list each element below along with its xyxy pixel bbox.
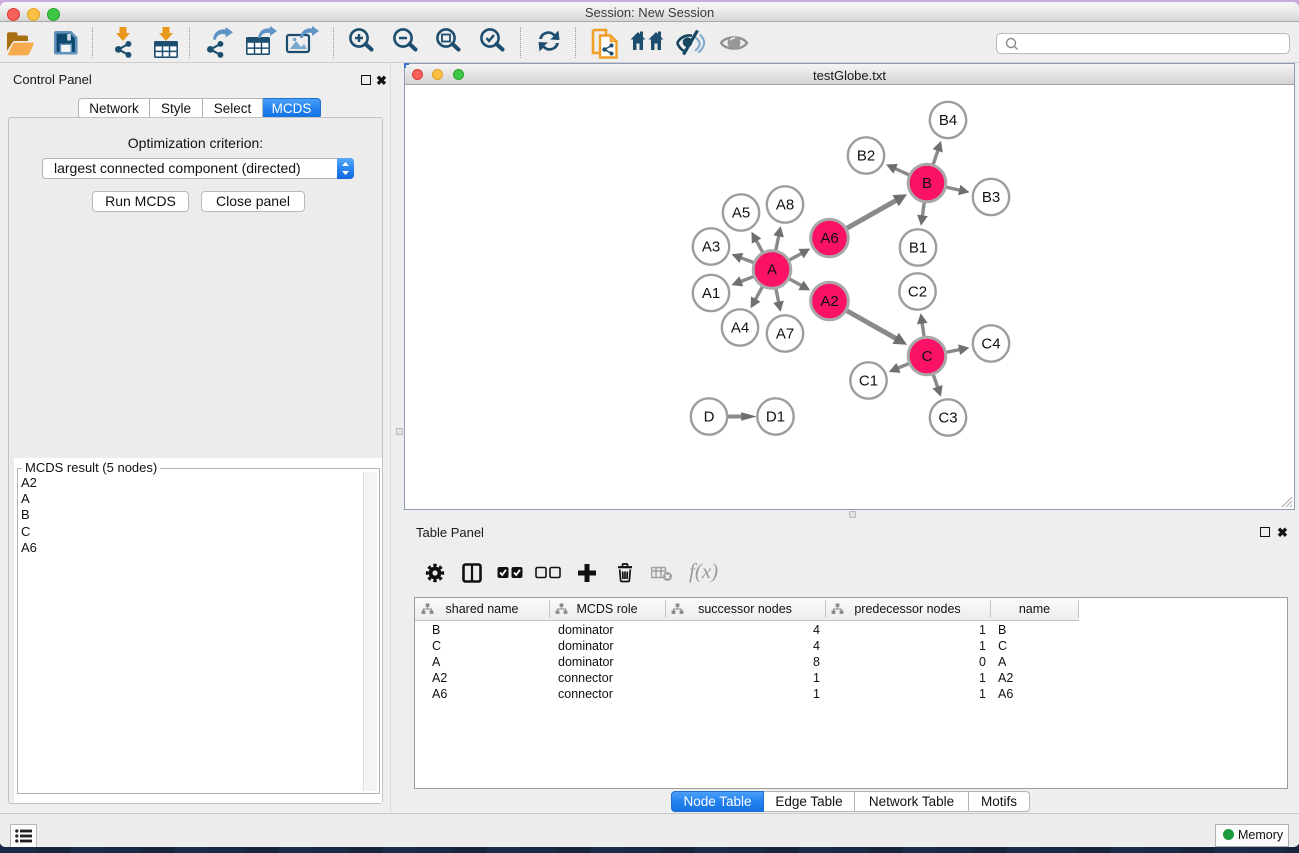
svg-text:A4: A4: [731, 320, 749, 337]
svg-text:B3: B3: [982, 189, 1000, 206]
svg-text:D1: D1: [766, 409, 785, 426]
svg-text:A1: A1: [702, 285, 720, 302]
svg-text:C4: C4: [981, 336, 1000, 353]
svg-text:D: D: [704, 409, 715, 426]
svg-text:B: B: [922, 175, 932, 192]
svg-text:B4: B4: [939, 112, 957, 129]
svg-text:B1: B1: [909, 240, 927, 257]
svg-text:A8: A8: [776, 197, 794, 214]
svg-text:C3: C3: [938, 410, 957, 427]
svg-text:C1: C1: [859, 373, 878, 390]
svg-text:A5: A5: [732, 205, 750, 222]
svg-text:A6: A6: [820, 230, 838, 247]
svg-text:A7: A7: [776, 326, 794, 343]
svg-text:C: C: [922, 348, 933, 365]
svg-text:A3: A3: [702, 239, 720, 256]
svg-text:B2: B2: [857, 148, 875, 165]
svg-text:C2: C2: [908, 284, 927, 301]
svg-text:A: A: [767, 262, 777, 279]
svg-text:A2: A2: [820, 293, 838, 310]
